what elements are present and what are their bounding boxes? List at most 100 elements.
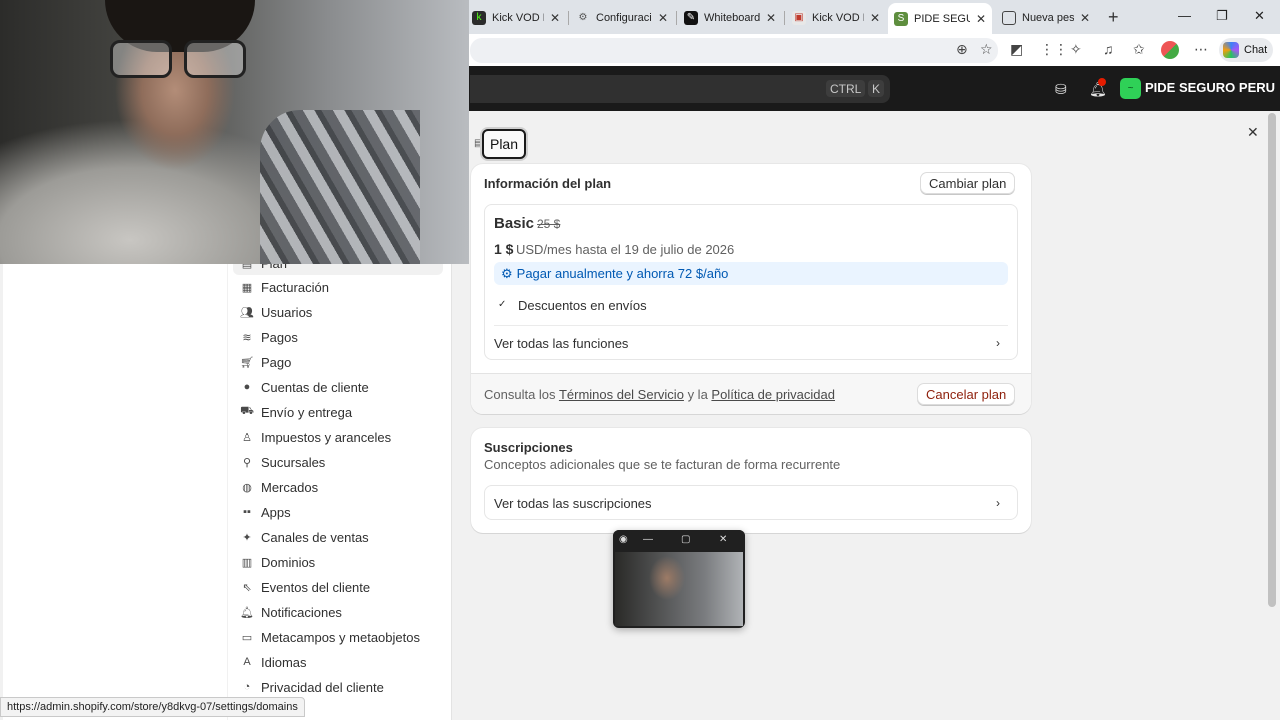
see-all-subscriptions-link[interactable]: Ver todas las suscripciones bbox=[494, 496, 652, 511]
maximize-icon[interactable]: ▢ bbox=[681, 534, 690, 545]
sidekick-icon[interactable]: ⛁ bbox=[1055, 81, 1067, 98]
location-icon: ⚲ bbox=[242, 456, 252, 469]
browser-essentials-icon[interactable]: ♫ bbox=[1103, 41, 1114, 57]
truck-icon: ⛟ bbox=[240, 405, 254, 417]
users-icon: 👥︎ bbox=[240, 306, 254, 319]
nav-item-dominios[interactable]: ▥ Dominios bbox=[233, 550, 443, 574]
plan-price: 1 $ bbox=[494, 241, 514, 257]
obs-icon: ◉ bbox=[619, 534, 628, 545]
restore-icon[interactable]: ❐ bbox=[1216, 8, 1228, 24]
tab-separator bbox=[676, 11, 677, 25]
nav-item-mercados[interactable]: ◍ Mercados bbox=[233, 475, 443, 499]
plan-name: Basic bbox=[494, 215, 535, 232]
gear-icon: ⚙ bbox=[578, 12, 588, 23]
close-tab-icon[interactable]: ✕ bbox=[1080, 11, 1090, 25]
browser-tab-configuracion[interactable]: ⚙ Configuración ✕ bbox=[570, 5, 674, 30]
camera-preview-window[interactable]: ◉ — ▢ ✕ bbox=[613, 530, 745, 628]
close-tab-icon[interactable]: ✕ bbox=[658, 11, 668, 25]
store-name[interactable]: PIDE SEGURO PERU bbox=[1145, 80, 1275, 95]
nav-item-metacampos[interactable]: ▭ Metacampos y metaobjetos bbox=[233, 625, 443, 649]
new-tab-button[interactable]: + bbox=[1108, 7, 1119, 28]
browser-tab-pide-seguro[interactable]: S PIDE SEGURO ✕ bbox=[888, 3, 992, 34]
camera-preview bbox=[615, 552, 743, 626]
cart-icon: 🛒︎ bbox=[240, 356, 254, 369]
favorite-star-icon[interactable]: ☆ bbox=[980, 41, 993, 58]
kick-icon: k bbox=[472, 10, 486, 25]
browser-tab-kick-1[interactable]: k Kick VOD Do ✕ bbox=[466, 5, 566, 30]
minimize-icon[interactable]: — bbox=[1178, 8, 1191, 23]
nav-item-notificaciones[interactable]: 🔔︎ Notificaciones bbox=[233, 600, 443, 624]
nav-item-privacidad[interactable]: ◔ Privacidad del cliente bbox=[233, 675, 443, 699]
zoom-icon[interactable]: ⊕ bbox=[956, 41, 968, 58]
close-tab-icon[interactable]: ✕ bbox=[870, 11, 880, 25]
divider bbox=[494, 325, 1008, 326]
nav-item-facturacion[interactable]: ▦ Facturación bbox=[233, 275, 443, 299]
nav-item-pago[interactable]: 🛒︎ Pago bbox=[233, 350, 443, 374]
notification-badge bbox=[1098, 78, 1106, 86]
plan-old-price: 25 $ bbox=[537, 217, 561, 231]
terms-text: Consulta los Términos del Servicio y la … bbox=[484, 387, 835, 402]
checkmark-icon: ✓ bbox=[498, 299, 507, 310]
channels-icon: ✦ bbox=[242, 531, 252, 544]
extensions-puzzle-icon[interactable]: ✧ bbox=[1070, 41, 1082, 58]
plan-price-detail: USD/mes hasta el 19 de julio de 2026 bbox=[516, 242, 735, 257]
minimize-icon[interactable]: — bbox=[643, 534, 653, 545]
close-window-icon[interactable]: ✕ bbox=[1254, 8, 1265, 24]
close-tab-icon[interactable]: ✕ bbox=[976, 12, 986, 26]
browser-tab-kick-2[interactable]: ▣ Kick VOD Do ✕ bbox=[786, 5, 886, 30]
scrollbar[interactable] bbox=[1268, 113, 1276, 607]
page-title: Plan bbox=[482, 129, 526, 159]
privacy-icon: ◔ bbox=[243, 681, 251, 693]
store-avatar[interactable]: ~ bbox=[1120, 78, 1141, 99]
globe-icon: ◍ bbox=[242, 481, 252, 494]
nav-item-usuarios[interactable]: 👥︎ Usuarios bbox=[233, 300, 443, 324]
nav-item-pagos[interactable]: ≋ Pagos bbox=[233, 325, 443, 349]
kick-icon: ▣ bbox=[792, 10, 806, 25]
shortcut-key-k: K bbox=[868, 80, 885, 97]
whiteboard-icon: ✎ bbox=[684, 10, 698, 25]
terms-of-service-link[interactable]: Términos del Servicio bbox=[559, 387, 684, 402]
annual-billing-banner[interactable]: ⚙ Pagar anualmente y ahorra 72 $/año bbox=[494, 262, 1008, 285]
privacy-policy-link[interactable]: Política de privacidad bbox=[711, 387, 835, 402]
plan-feature: Descuentos en envíos bbox=[518, 298, 647, 313]
copilot-icon bbox=[1223, 42, 1239, 58]
webcam-overlay bbox=[0, 0, 469, 264]
discount-icon: ⚙ bbox=[501, 265, 513, 281]
more-menu-icon[interactable]: ⋯ bbox=[1194, 41, 1208, 58]
nav-item-envio[interactable]: ⛟ Envío y entrega bbox=[233, 400, 443, 424]
browser-tab-whiteboard[interactable]: ✎ Whiteboard ✕ bbox=[678, 5, 782, 30]
close-tab-icon[interactable]: ✕ bbox=[766, 11, 776, 25]
payments-icon: ≋ bbox=[242, 331, 252, 344]
nav-item-canales[interactable]: ✦ Canales de ventas bbox=[233, 525, 443, 549]
nav-item-cuentas-de-cliente[interactable]: ● Cuentas de cliente bbox=[233, 375, 443, 399]
apps-icon: ▪▪ bbox=[243, 506, 251, 518]
nav-item-sucursales[interactable]: ⚲ Sucursales bbox=[233, 450, 443, 474]
see-all-features-link[interactable]: Ver todas las funciones bbox=[494, 336, 628, 351]
close-icon[interactable]: ✕ bbox=[1247, 124, 1259, 141]
shopify-search[interactable]: CTRL K bbox=[470, 75, 890, 103]
close-icon[interactable]: ✕ bbox=[719, 534, 727, 545]
annual-offer-text: Pagar anualmente y ahorra 72 $/año bbox=[516, 266, 729, 281]
cursor-icon: ⇖ bbox=[242, 581, 252, 594]
favorites-icon[interactable]: ✩ bbox=[1133, 41, 1145, 58]
browser-tab-nueva[interactable]: Nueva pestañ ✕ bbox=[996, 5, 1096, 30]
status-bar-url: https://admin.shopify.com/store/y8dkvg-0… bbox=[0, 697, 305, 717]
metafields-icon: ▭ bbox=[241, 631, 253, 644]
taxes-icon: ♙ bbox=[242, 431, 252, 444]
close-tab-icon[interactable]: ✕ bbox=[550, 11, 560, 25]
nav-item-eventos[interactable]: ⇖ Eventos del cliente bbox=[233, 575, 443, 599]
profile-avatar[interactable] bbox=[1161, 41, 1179, 59]
subscriptions-heading: Suscripciones bbox=[484, 440, 573, 455]
cancel-plan-button[interactable]: Cancelar plan bbox=[917, 383, 1016, 405]
copilot-chat-button[interactable]: Chat bbox=[1219, 38, 1273, 62]
extension-icon[interactable]: ◩ bbox=[1010, 41, 1023, 58]
change-plan-button[interactable]: Cambiar plan bbox=[920, 172, 1016, 194]
tab-separator bbox=[568, 11, 569, 25]
extension-icon[interactable]: ⋮⋮ bbox=[1040, 41, 1068, 58]
newtab-icon bbox=[1002, 10, 1016, 25]
nav-item-apps[interactable]: ▪▪ Apps bbox=[233, 500, 443, 524]
nav-item-idiomas[interactable]: A Idiomas bbox=[233, 650, 443, 674]
customer-icon: ● bbox=[243, 381, 251, 393]
nav-item-impuestos[interactable]: ♙ Impuestos y aranceles bbox=[233, 425, 443, 449]
address-bar[interactable] bbox=[470, 38, 998, 63]
